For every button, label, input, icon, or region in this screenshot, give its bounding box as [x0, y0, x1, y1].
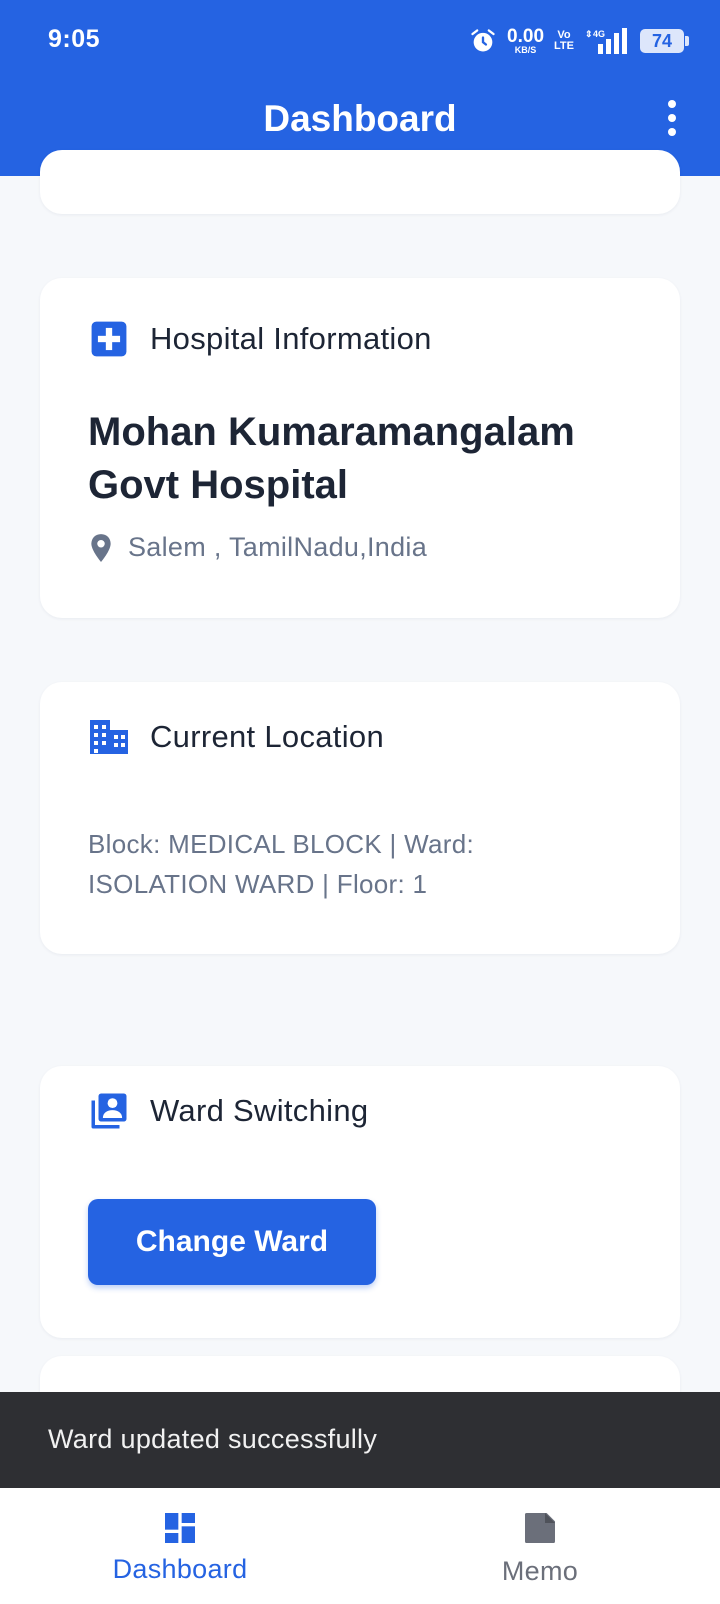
- bottom-navigation: Dashboard Memo: [0, 1488, 720, 1604]
- status-bar: 9:05 0.00 KB/S Vo LTE ⇕ 4G 74: [0, 0, 720, 80]
- current-location-title: Current Location: [150, 719, 384, 754]
- current-location-details: Block: MEDICAL BLOCK | Ward: ISOLATION W…: [88, 829, 474, 899]
- overflow-menu-button[interactable]: [664, 100, 680, 136]
- hospital-cross-icon: [88, 318, 130, 360]
- network-type: 4G: [593, 29, 605, 39]
- snackbar: Ward updated successfully: [0, 1392, 720, 1488]
- hospital-info-card: Hospital Information Mohan Kumaramangala…: [40, 278, 680, 618]
- network-speed-value: 0.00: [507, 26, 545, 47]
- volte-indicator: Vo LTE: [554, 30, 574, 52]
- status-icons: 0.00 KB/S Vo LTE ⇕ 4G 74: [469, 24, 689, 58]
- ward-switching-header: Ward Switching: [88, 1090, 368, 1132]
- snackbar-message: Ward updated successfully: [48, 1424, 378, 1454]
- switch-account-icon: [88, 1090, 130, 1132]
- battery-level: 74: [651, 30, 673, 51]
- memo-icon: [525, 1513, 555, 1543]
- dot-icon: [668, 100, 676, 108]
- previous-card: [40, 150, 680, 214]
- hospital-info-header: Hospital Information: [88, 318, 432, 360]
- hospital-name: Mohan Kumaramangalam Govt Hospital: [88, 410, 575, 507]
- dot-icon: [668, 128, 676, 136]
- nav-label-memo: Memo: [501, 1556, 579, 1586]
- page-title: Dashboard: [263, 98, 457, 139]
- nav-item-dashboard[interactable]: Dashboard: [0, 1488, 360, 1604]
- change-ward-button[interactable]: Change Ward: [88, 1199, 376, 1285]
- network-speed-unit: KB/S: [514, 45, 537, 55]
- dashboard-icon: [165, 1513, 195, 1543]
- nav-item-memo[interactable]: Memo: [360, 1488, 720, 1604]
- battery-indicator: 74: [640, 29, 689, 53]
- ward-switching-title: Ward Switching: [150, 1093, 369, 1128]
- current-location-header: Current Location: [88, 716, 384, 758]
- alarm-icon: [471, 29, 495, 52]
- dot-icon: [668, 114, 676, 122]
- volte-bottom: LTE: [554, 40, 574, 52]
- signal-icon: ⇕ 4G: [585, 28, 627, 54]
- status-time: 9:05: [48, 25, 101, 53]
- current-location-card: Current Location Block: MEDICAL BLOCK | …: [40, 682, 680, 954]
- building-icon: [88, 716, 130, 758]
- location-pin-icon: [91, 533, 111, 562]
- ward-switching-card: Ward Switching Change Ward: [40, 1066, 680, 1338]
- nav-label-dashboard: Dashboard: [112, 1554, 248, 1584]
- hospital-address: Salem , TamilNadu,India: [128, 532, 428, 562]
- hospital-info-title: Hospital Information: [150, 321, 432, 356]
- svg-text:⇕: ⇕: [585, 29, 593, 39]
- network-speed: 0.00 KB/S: [507, 27, 544, 55]
- hospital-address-row: Salem , TamilNadu,India: [88, 532, 427, 563]
